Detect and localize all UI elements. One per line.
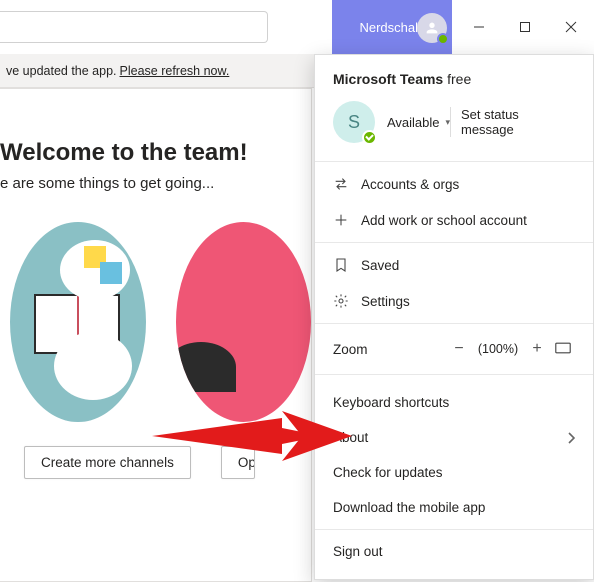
open-faq-button[interactable]: Op (221, 446, 255, 479)
divider (315, 323, 593, 324)
maximize-icon (519, 21, 531, 33)
profile-avatar-button[interactable] (417, 13, 447, 43)
download-mobile-app-item[interactable]: Download the mobile app (315, 490, 593, 525)
profile-menu-title: Microsoft Teams free (315, 55, 593, 97)
fullscreen-button[interactable] (551, 342, 575, 357)
refresh-now-link[interactable]: Please refresh now. (120, 64, 230, 78)
welcome-heading: Welcome to the team! (0, 139, 311, 167)
zoom-percent: (100%) (473, 342, 523, 356)
banner-text: ve updated the app. (6, 64, 117, 78)
settings-item[interactable]: Settings (315, 283, 593, 319)
chevron-right-icon (567, 432, 575, 444)
welcome-subtext: e are some things to get going... (0, 175, 311, 192)
zoom-in-button[interactable]: + (523, 340, 551, 358)
zoom-out-button[interactable]: − (445, 340, 473, 358)
window-minimize-button[interactable] (456, 0, 502, 54)
profile-avatar-large: S (333, 101, 375, 143)
person-icon (424, 20, 440, 36)
illustration-channels (10, 222, 146, 422)
sign-out-item[interactable]: Sign out (315, 534, 593, 569)
presence-status-picker[interactable]: Available▾ (387, 115, 450, 130)
window-maximize-button[interactable] (502, 0, 548, 54)
profile-menu: Microsoft Teams free S Available▾ Set st… (314, 54, 594, 580)
saved-item[interactable]: Saved (315, 247, 593, 283)
bookmark-icon (333, 257, 349, 273)
divider (315, 242, 593, 243)
minimize-icon (473, 21, 485, 33)
create-more-channels-button[interactable]: Create more channels (24, 446, 191, 479)
illustration-faq (176, 222, 312, 422)
welcome-panel: Welcome to the team! e are some things t… (0, 88, 312, 582)
fullscreen-icon (555, 342, 571, 354)
accounts-and-orgs-item[interactable]: Accounts & orgs (315, 166, 593, 202)
close-icon (565, 21, 577, 33)
presence-badge-available-icon (437, 33, 449, 45)
divider (315, 529, 593, 530)
about-item[interactable]: About (315, 420, 593, 455)
plus-icon (333, 212, 349, 228)
presence-badge-available-icon (362, 130, 377, 145)
divider (315, 374, 593, 375)
divider (315, 161, 593, 162)
zoom-label: Zoom (333, 342, 445, 357)
keyboard-shortcuts-item[interactable]: Keyboard shortcuts (315, 385, 593, 420)
set-status-message-link[interactable]: Set status message (450, 107, 575, 137)
check-for-updates-item[interactable]: Check for updates (315, 455, 593, 490)
search-input[interactable] (0, 11, 268, 43)
window-close-button[interactable] (548, 0, 594, 54)
gear-icon (333, 293, 349, 309)
swap-icon (333, 176, 349, 192)
add-account-item[interactable]: Add work or school account (315, 202, 593, 238)
